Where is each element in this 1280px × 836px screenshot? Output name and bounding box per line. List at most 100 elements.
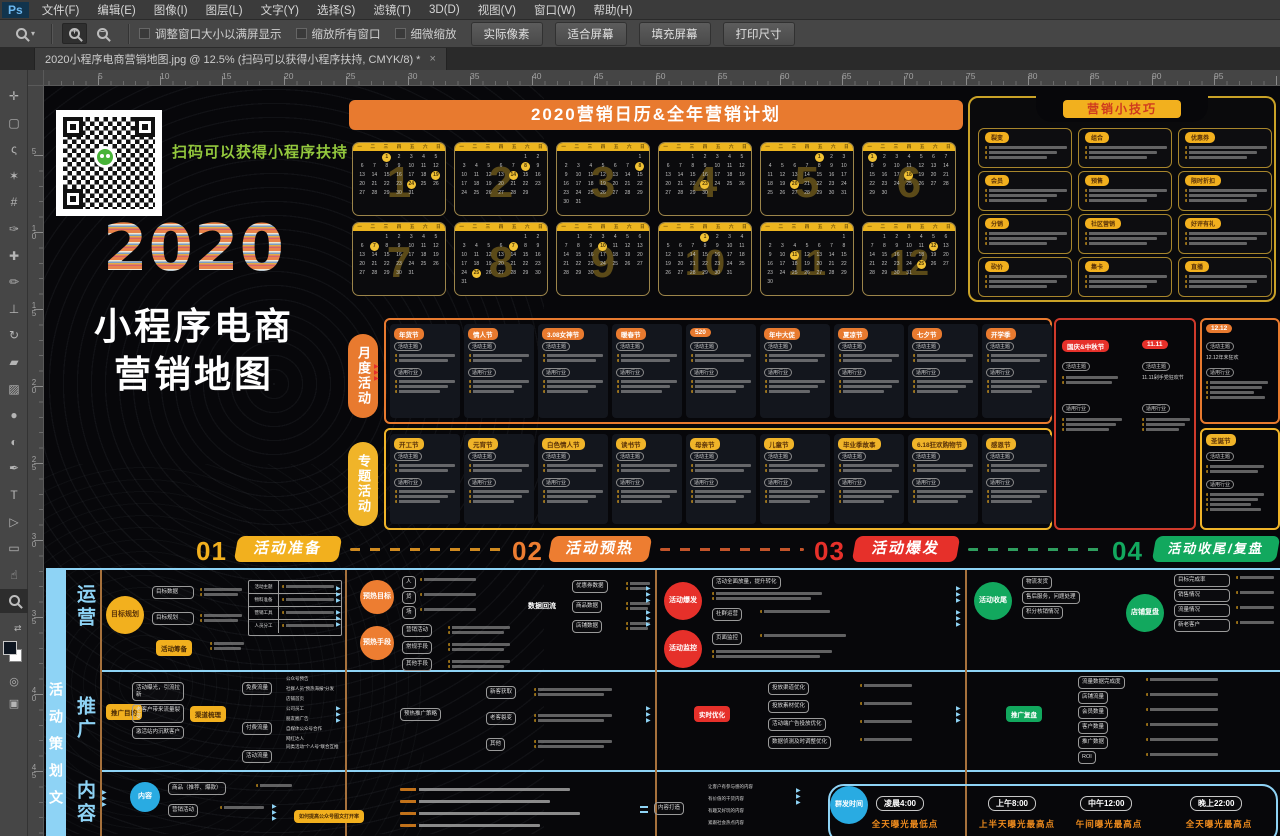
type-tool[interactable]: T xyxy=(0,483,28,507)
industry-label: 适用行业 xyxy=(1062,404,1090,413)
micro-text-line xyxy=(913,359,966,362)
zoom-tool[interactable] xyxy=(0,589,28,613)
phase-number: 02 xyxy=(512,536,543,567)
micro-text-line xyxy=(765,354,825,357)
zoom-tool-preset[interactable]: ▾ xyxy=(10,24,41,43)
menu-item-3[interactable]: 图像(I) xyxy=(145,0,197,21)
micro-text-line xyxy=(282,585,334,588)
checkbox[interactable] xyxy=(139,28,150,39)
menu-item-10[interactable]: 窗口(W) xyxy=(525,0,585,21)
micro-text-line xyxy=(282,611,334,614)
eyedropper-tool[interactable]: ✑ xyxy=(0,217,28,241)
micro-text-line xyxy=(987,469,1040,472)
magnifier-icon xyxy=(9,595,20,606)
featured-title: 国庆&中秋节 xyxy=(1062,340,1109,352)
foreground-color-swatch[interactable] xyxy=(3,641,17,655)
monthly-card: 开学季活动主题适用行业 xyxy=(982,324,1052,418)
flow-box: 页面监控 xyxy=(712,632,742,645)
calendar-month-11: 一二三四五六日111234567891011121314151617181920… xyxy=(760,222,854,296)
healing-brush-tool[interactable]: ✚ xyxy=(0,244,28,268)
menu-item-5[interactable]: 文字(Y) xyxy=(252,0,308,21)
micro-text-line xyxy=(1146,723,1218,726)
option-label: 细微缩放 xyxy=(395,26,457,42)
ruler-number: 40 xyxy=(29,687,39,703)
option-button-1[interactable]: 实际像素 xyxy=(471,22,543,46)
dodge-tool[interactable]: ◐ xyxy=(0,430,28,454)
micro-text-line xyxy=(543,390,588,393)
pen-tool[interactable]: ✒ xyxy=(0,456,28,480)
screen-mode-icon[interactable]: ▣ xyxy=(0,697,28,710)
path-select-tool[interactable]: ▷ xyxy=(0,510,28,534)
event-title: 情人节 xyxy=(468,328,498,340)
magic-wand-tool[interactable]: ✶ xyxy=(0,164,28,188)
quick-mask-icon[interactable]: ◎ xyxy=(0,675,28,688)
flow-box: 流量情况 xyxy=(1174,604,1230,617)
menu-item-4[interactable]: 图层(L) xyxy=(197,0,252,21)
history-brush-tool[interactable]: ↻ xyxy=(0,323,28,347)
micro-text-line xyxy=(691,359,744,362)
micro-text-line xyxy=(1206,503,1251,506)
micro-text-line xyxy=(987,380,1047,383)
brush-tool[interactable]: ✏ xyxy=(0,270,28,294)
event-title: 年货节 xyxy=(394,328,424,340)
flow-box: 其他手段 xyxy=(402,658,432,671)
micro-text-line xyxy=(617,490,677,493)
tip-text-line xyxy=(400,824,540,827)
checkbox[interactable] xyxy=(296,28,307,39)
micro-text-line xyxy=(1206,391,1254,394)
menu-item-9[interactable]: 视图(V) xyxy=(469,0,525,21)
micro-text-line xyxy=(395,359,448,362)
theme-label: 活动主题 xyxy=(986,342,1014,351)
option-button-4[interactable]: 打印尺寸 xyxy=(723,22,795,46)
micro-text-line xyxy=(1146,753,1218,756)
document-canvas[interactable]: 扫码可以获得小程序扶持 2020 小程序电商 营销地图 2020营销日历&全年营… xyxy=(44,84,1280,836)
option-button-2[interactable]: 适合屏幕 xyxy=(555,22,627,46)
lasso-tool[interactable]: ς xyxy=(0,137,28,161)
menu-item-1[interactable]: 文件(F) xyxy=(33,0,89,21)
special-card: 母亲节活动主题适用行业 xyxy=(686,434,756,524)
theme-label: 活动主题 xyxy=(394,342,422,351)
micro-text-line xyxy=(220,806,264,809)
swap-colors-icon[interactable]: ⇄ xyxy=(14,623,22,634)
menu-item-7[interactable]: 滤镜(T) xyxy=(364,0,420,21)
move-tool[interactable]: ✛ xyxy=(0,84,28,108)
crop-tool[interactable]: # xyxy=(0,190,28,214)
menu-item-2[interactable]: 编辑(E) xyxy=(88,0,144,21)
shape-tool[interactable]: ▭ xyxy=(0,536,28,560)
close-icon[interactable]: × xyxy=(429,53,435,65)
blur-tool[interactable]: ● xyxy=(0,403,28,427)
industry-label: 适用行业 xyxy=(838,478,866,487)
option-button-3[interactable]: 填充屏幕 xyxy=(639,22,711,46)
event-title: 元宵节 xyxy=(468,438,498,450)
phase-badge: 活动收尾/复盘 xyxy=(1152,536,1280,562)
special-card: 元宵节活动主题适用行业 xyxy=(464,434,534,524)
marquee-tool[interactable]: ▢ xyxy=(0,111,28,135)
flow-box: 目标完成率 xyxy=(1174,574,1230,587)
menu-item-6[interactable]: 选择(S) xyxy=(308,0,364,21)
menu-item-8[interactable]: 3D(D) xyxy=(420,1,469,19)
micro-text-line xyxy=(1062,428,1109,431)
event-title: 母亲节 xyxy=(690,438,720,450)
column-divider xyxy=(655,570,657,836)
zoom-out-button[interactable]: – xyxy=(91,24,114,43)
micro-text-line xyxy=(765,490,825,493)
micro-text-line xyxy=(1085,242,1147,245)
micro-text-line xyxy=(985,199,1047,202)
ruler-number: 45 xyxy=(594,71,603,81)
menu-item-11[interactable]: 帮助(H) xyxy=(585,0,642,21)
flow-box: 人 xyxy=(402,576,416,589)
document-tab[interactable]: 2020小程序电商营销地图.jpg @ 12.5% (扫码可以获得小程序扶持, … xyxy=(34,48,447,70)
gradient-tool[interactable]: ▨ xyxy=(0,377,28,401)
hand-tool[interactable]: ☝ xyxy=(0,563,28,587)
theme-label: 活动主题 xyxy=(542,452,570,461)
micro-text-line xyxy=(448,626,510,629)
industry-label: 适用行业 xyxy=(542,478,570,487)
clone-stamp-tool[interactable]: ⊥ xyxy=(0,297,28,321)
micro-text-line xyxy=(617,354,677,357)
checkbox[interactable] xyxy=(395,28,406,39)
micro-text-line xyxy=(985,232,1067,235)
zoom-in-button[interactable]: + xyxy=(62,23,87,44)
tip-label: 优惠券 xyxy=(1185,132,1215,143)
eraser-tool[interactable]: ▰ xyxy=(0,350,28,374)
monthly-card: 年中大促活动主题适用行业 xyxy=(760,324,830,418)
